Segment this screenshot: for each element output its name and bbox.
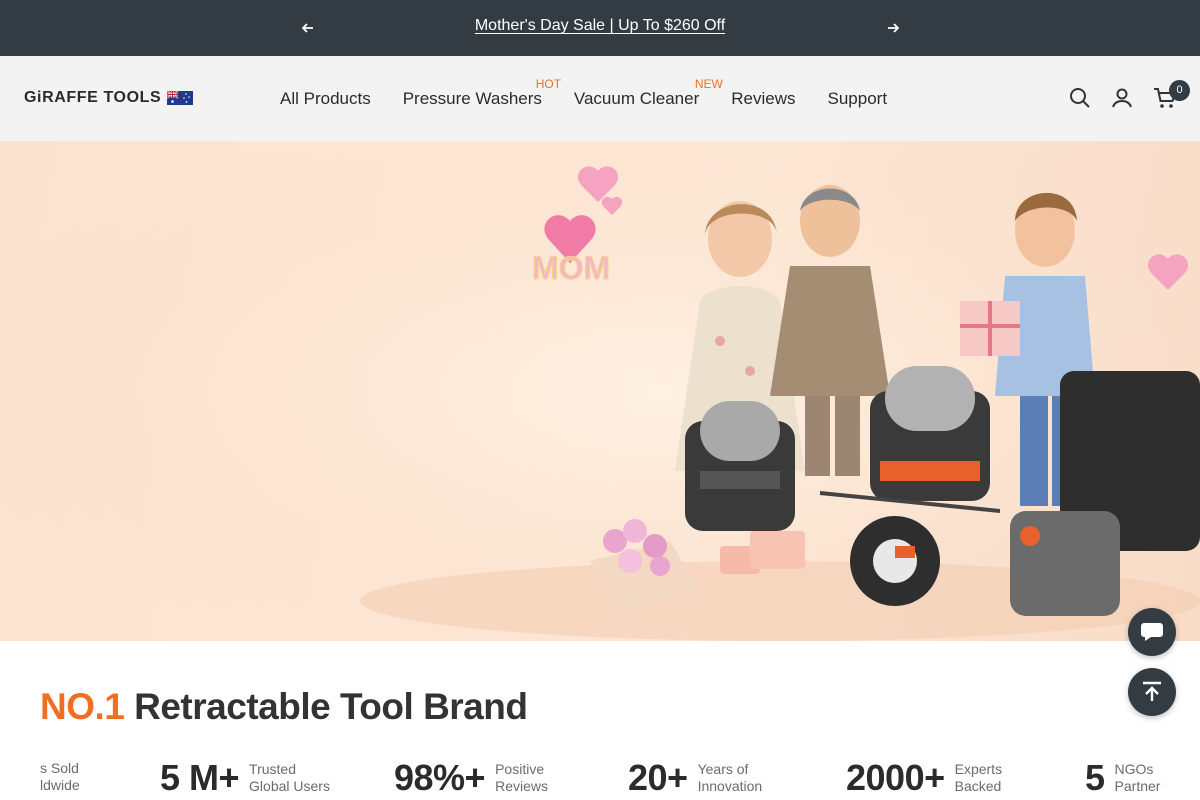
australia-flag-icon: [167, 91, 194, 105]
chat-button[interactable]: [1128, 608, 1176, 656]
back-to-top-button[interactable]: [1128, 668, 1176, 716]
arrow-up-icon: [1143, 681, 1161, 701]
stat-item: 5 M+ Trusted Global Users: [160, 760, 330, 796]
stat-label: s Sold ldwide: [40, 760, 80, 794]
stat-label-line1: s Sold: [40, 760, 79, 776]
stat-label-line2: Innovation: [697, 778, 763, 794]
nav-label: Support: [827, 88, 888, 108]
stat-item: 2000+ Experts Backed: [846, 760, 1002, 796]
stat-number: 5 M+: [160, 760, 240, 798]
stat-number: 98%+: [394, 760, 486, 798]
nav-label: All Products: [280, 88, 371, 108]
stat-label-line1: Years of: [697, 761, 749, 777]
stat-number: 5: [1085, 760, 1105, 798]
nav-all-products[interactable]: All Products: [280, 89, 371, 109]
brand-title: Retractable Tool Brand: [124, 686, 528, 727]
stat-item: 20+ Years of Innovation: [628, 760, 762, 796]
search-icon[interactable]: [1068, 86, 1092, 110]
main-nav: All Products Pressure Washers HOT Vacuum…: [280, 56, 919, 141]
stat-label-line2: ldwide: [40, 777, 80, 793]
mom-balloon-text: MOM: [532, 250, 610, 286]
announcement-bar: Mother's Day Sale | Up To $260 Off: [0, 0, 1200, 56]
stat-label-line2: Backed: [954, 778, 1002, 794]
account-icon[interactable]: [1110, 86, 1134, 110]
stat-label: Years of Innovation: [698, 761, 763, 795]
nav-support[interactable]: Support: [828, 89, 888, 109]
stats-ticker: s Sold ldwide 5 M+ Trusted Global Users …: [0, 760, 1200, 800]
stat-label: NGOs Partner: [1115, 761, 1161, 795]
stat-number: 2000+: [846, 760, 945, 798]
stat-label-line2: Reviews: [495, 778, 548, 794]
stat-label-line1: Trusted: [249, 761, 296, 777]
arrow-right-icon[interactable]: [882, 17, 904, 39]
nav-vacuum-cleaner[interactable]: Vacuum Cleaner NEW: [573, 77, 723, 109]
stat-number: 20+: [628, 760, 688, 798]
nav-reviews[interactable]: Reviews: [731, 89, 795, 109]
site-header: GiRAFFE TOOLS All Products Pressure Wash…: [0, 56, 1200, 141]
stat-item: 5 NGOs Partner: [1085, 760, 1160, 796]
brand-accent: NO.1: [40, 686, 125, 727]
hose-reel-small: [850, 516, 940, 606]
hero-illustration: MOM: [0, 141, 1200, 641]
stat-label: Positive Reviews: [495, 761, 548, 795]
stat-label-line1: NGOs: [1114, 761, 1154, 777]
nav-label: Pressure Washers: [402, 88, 542, 108]
stat-label: Trusted Global Users: [249, 761, 330, 795]
logo[interactable]: GiRAFFE TOOLS: [24, 89, 194, 107]
stat-item: s Sold ldwide: [30, 760, 80, 794]
new-badge: NEW: [694, 76, 723, 91]
stat-label-line2: Partner: [1114, 778, 1161, 794]
stat-label: Experts Backed: [955, 761, 1002, 795]
hot-badge: HOT: [535, 76, 562, 91]
logo-text: GiRAFFE TOOLS: [24, 89, 162, 106]
nav-label: Reviews: [731, 88, 796, 108]
stat-item: 98%+ Positive Reviews: [394, 760, 548, 796]
announcement-link[interactable]: Mother's Day Sale | Up To $260 Off: [0, 17, 1200, 35]
cart-count-badge: 0: [1169, 80, 1190, 101]
hero-banner[interactable]: MOM: [0, 141, 1200, 641]
chat-bubble-icon: [1141, 623, 1163, 641]
nav-label: Vacuum Cleaner: [573, 88, 700, 108]
hose-reel-middle: [870, 366, 990, 501]
stat-label-line1: Experts: [954, 761, 1003, 777]
stat-label-line1: Positive: [495, 761, 545, 777]
stat-label-line2: Global Users: [249, 778, 330, 794]
nav-pressure-washers[interactable]: Pressure Washers HOT: [402, 77, 561, 109]
brand-headline: NO.1 Retractable Tool Brand: [40, 686, 528, 728]
